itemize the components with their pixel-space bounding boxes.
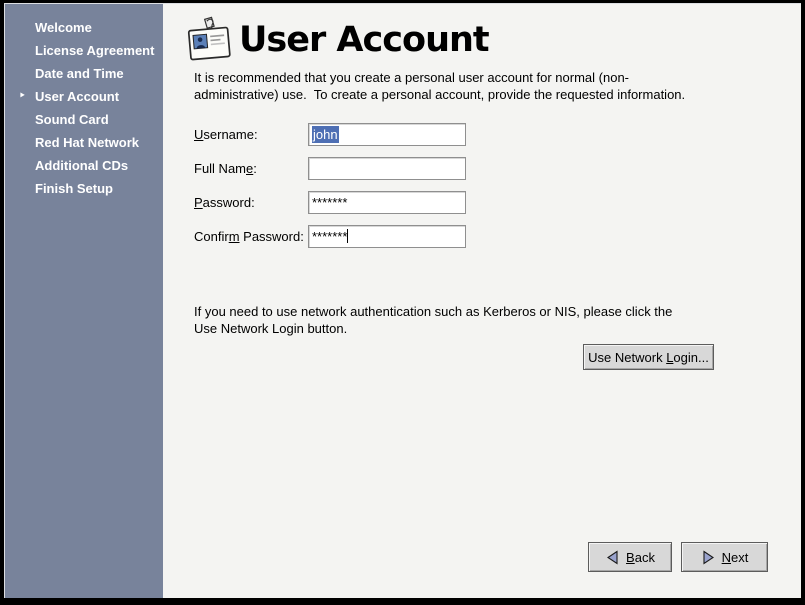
sidebar-item-additional-cds: Additional CDs: [5, 154, 163, 177]
sidebar-item-label: Welcome: [35, 20, 92, 35]
use-network-login-button[interactable]: Use Network Login...: [583, 344, 714, 370]
next-button[interactable]: Next: [681, 542, 768, 572]
wizard-content-area: Welcome License Agreement Date and Time …: [4, 3, 801, 598]
intro-text: It is recommended that you create a pers…: [194, 69, 685, 103]
network-auth-line-1: If you need to use network authenticatio…: [194, 303, 672, 320]
password-label: Password:: [194, 191, 255, 214]
sidebar-item-label: User Account: [35, 89, 119, 104]
username-input[interactable]: john: [308, 123, 466, 146]
page-title: User Account: [239, 20, 489, 60]
network-auth-line-2: Use Network Login button.: [194, 320, 672, 337]
full-name-label: Full Name:: [194, 157, 257, 180]
firstboot-window: { "sidebar": { "active_marker": "\u2023"…: [0, 0, 805, 605]
back-button[interactable]: Back: [588, 542, 672, 572]
sidebar-item-label: License Agreement: [35, 43, 154, 58]
network-auth-text: If you need to use network authenticatio…: [194, 303, 672, 337]
confirm-password-input[interactable]: *******: [308, 225, 466, 248]
sidebar-item-license-agreement: License Agreement: [5, 39, 163, 62]
sidebar-item-label: Red Hat Network: [35, 135, 139, 150]
sidebar-item-label: Sound Card: [35, 112, 109, 127]
next-arrow-icon: [701, 550, 716, 565]
button-label: Next: [722, 550, 749, 565]
sidebar-item-finish-setup: Finish Setup: [5, 177, 163, 200]
sidebar-item-label: Finish Setup: [35, 181, 113, 196]
selected-text: john: [312, 126, 339, 143]
text-cursor: [347, 229, 348, 243]
active-step-arrow-icon: ‣: [19, 85, 26, 108]
button-label: Use Network Login...: [588, 350, 709, 365]
intro-line-1: It is recommended that you create a pers…: [194, 69, 685, 86]
sidebar-item-date-and-time: Date and Time: [5, 62, 163, 85]
sidebar-item-sound-card: Sound Card: [5, 108, 163, 131]
button-label: Back: [626, 550, 655, 565]
sidebar-item-label: Date and Time: [35, 66, 124, 81]
confirm-password-label: Confirm Password:: [194, 225, 304, 248]
username-label: Username:: [194, 123, 258, 146]
sidebar-item-user-account: ‣ User Account: [5, 85, 163, 108]
password-input[interactable]: *******: [308, 191, 466, 214]
intro-line-2: administrative) use. To create a persona…: [194, 86, 685, 103]
sidebar-item-red-hat-network: Red Hat Network: [5, 131, 163, 154]
sidebar-item-label: Additional CDs: [35, 158, 128, 173]
id-badge-icon: [186, 16, 234, 66]
steps-sidebar: Welcome License Agreement Date and Time …: [5, 4, 163, 598]
full-name-input[interactable]: [308, 157, 466, 180]
back-arrow-icon: [605, 550, 620, 565]
sidebar-item-welcome: Welcome: [5, 16, 163, 39]
